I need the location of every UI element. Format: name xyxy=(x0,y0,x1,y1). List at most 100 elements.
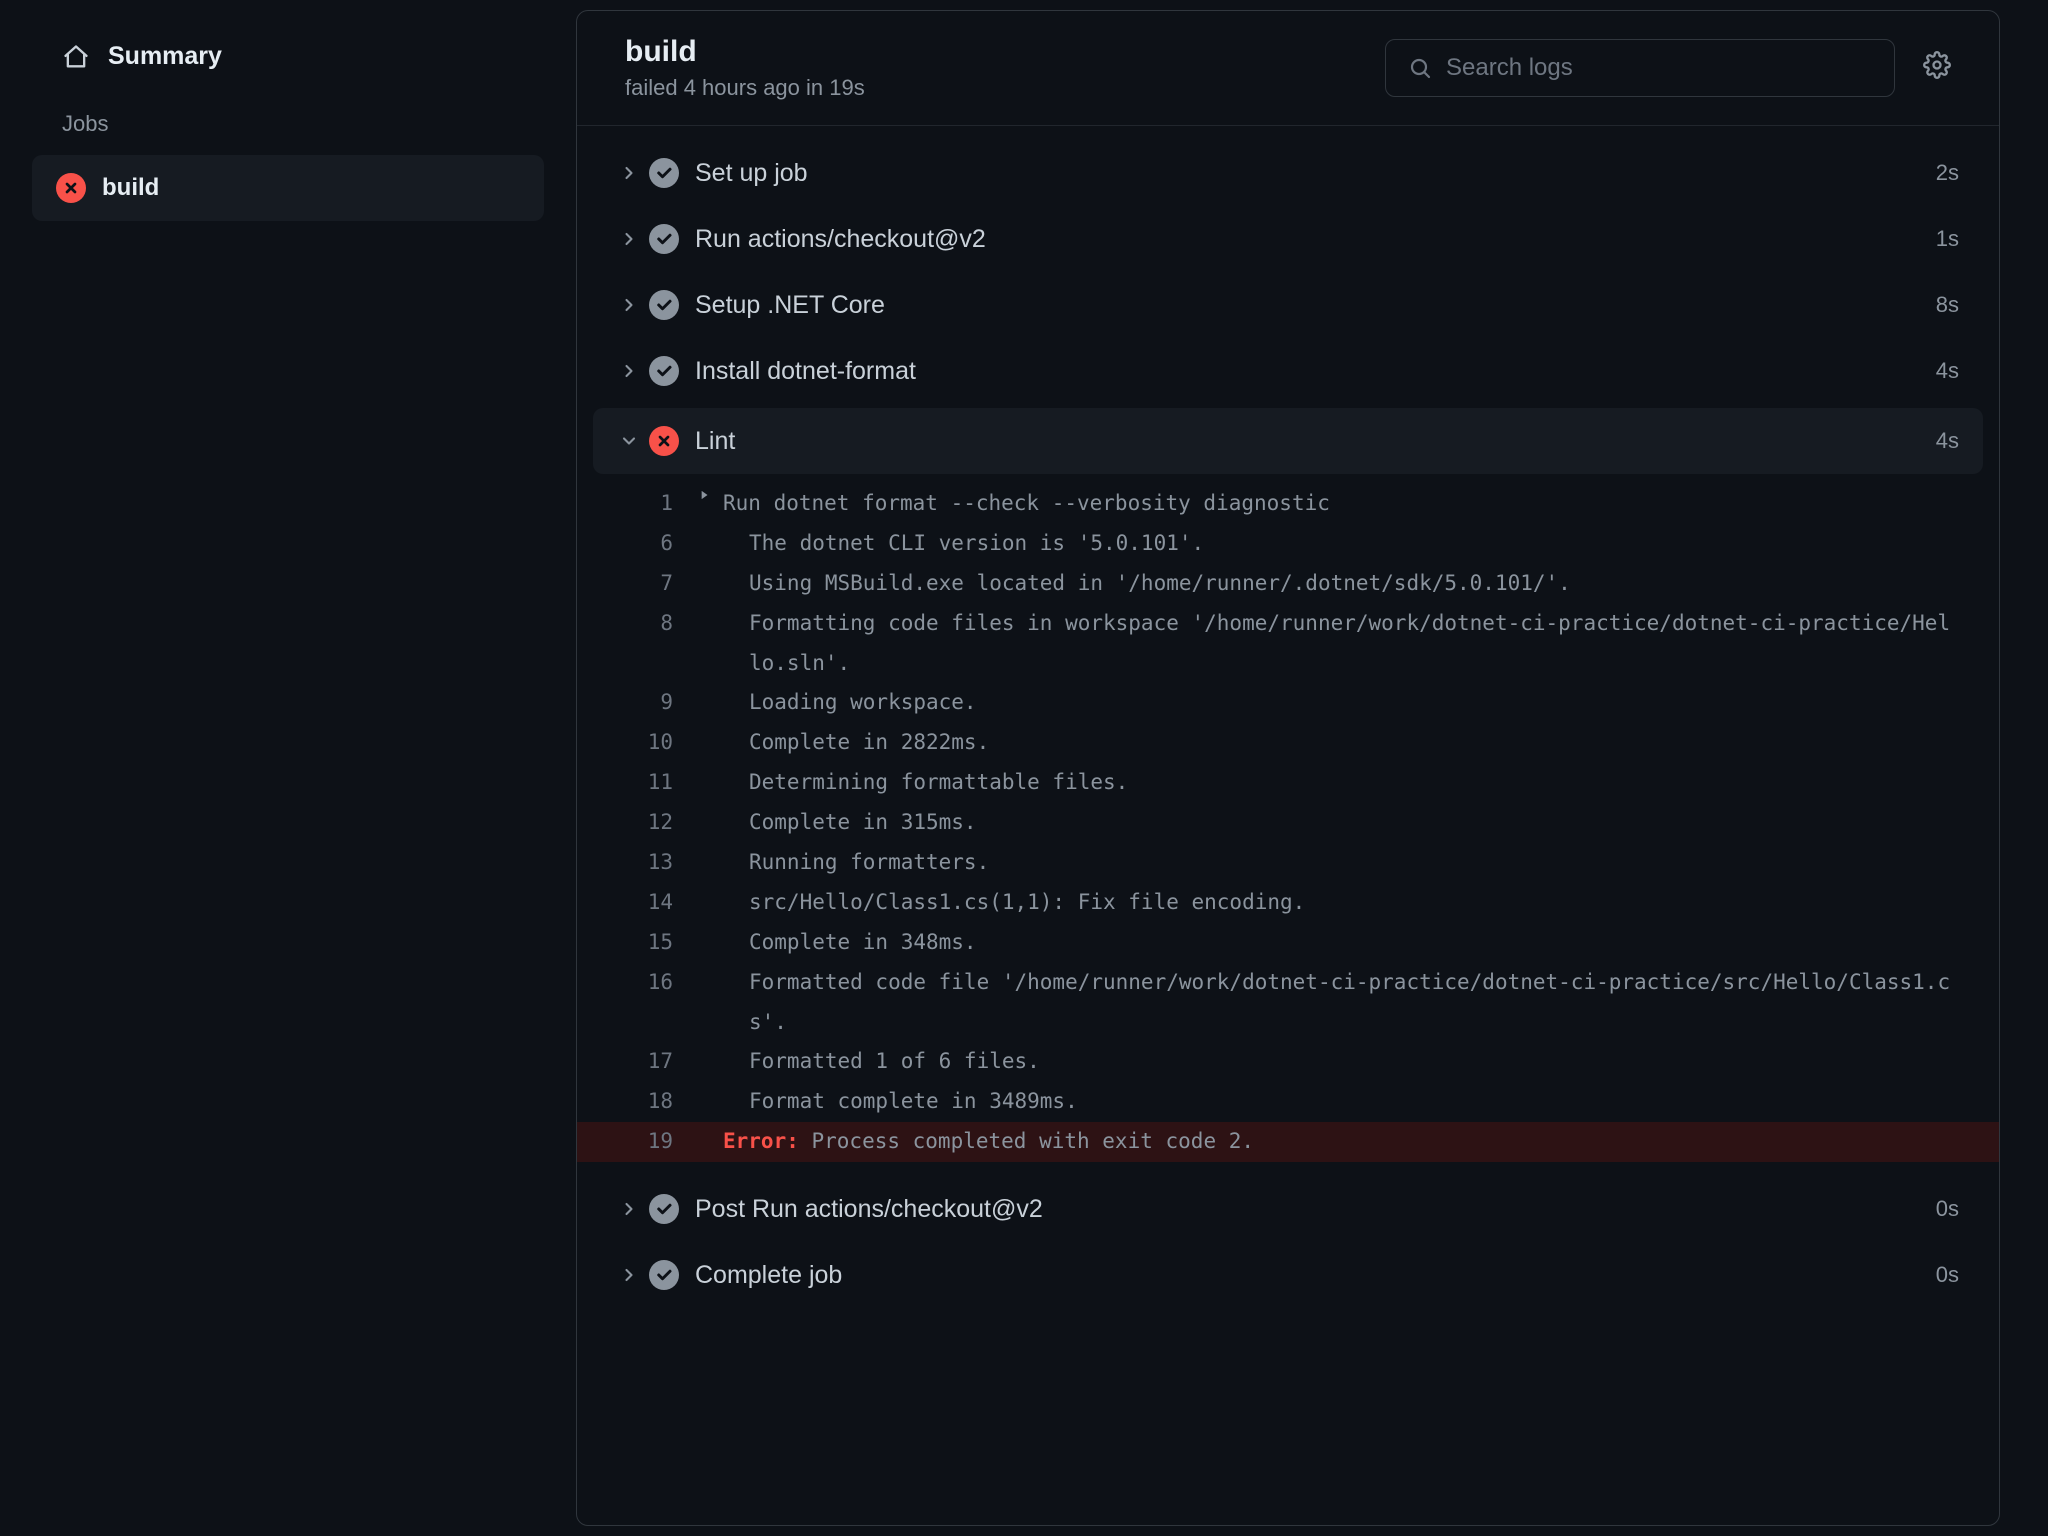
log-line-number: 16 xyxy=(577,963,697,1003)
log-text: Format complete in 3489ms. xyxy=(723,1082,1959,1122)
sidebar-item-build[interactable]: build xyxy=(32,155,544,221)
caret-placeholder xyxy=(697,723,723,727)
step-name: Run actions/checkout@v2 xyxy=(695,225,1936,254)
step-duration: 2s xyxy=(1936,160,1959,186)
step-row[interactable]: Lint4s xyxy=(593,408,1983,474)
log-line-number: 7 xyxy=(577,564,697,604)
caret-placeholder xyxy=(697,1122,723,1126)
log-line-number: 12 xyxy=(577,803,697,843)
log-line: 7 Using MSBuild.exe located in '/home/run… xyxy=(577,564,1999,604)
check-circle-icon xyxy=(649,1194,679,1224)
caret-placeholder xyxy=(697,1082,723,1086)
log-line-number: 18 xyxy=(577,1082,697,1122)
step-name: Lint xyxy=(695,427,1936,456)
log-line: 19Error: Process completed with exit cod… xyxy=(577,1122,1999,1162)
log-text: Complete in 348ms. xyxy=(723,923,1959,963)
step-duration: 0s xyxy=(1936,1262,1959,1288)
log-text: Using MSBuild.exe located in '/home/runn… xyxy=(723,564,1959,604)
caret-placeholder xyxy=(697,604,723,608)
log-line-number: 15 xyxy=(577,923,697,963)
header: build failed 4 hours ago in 19s xyxy=(577,11,1999,126)
caret-placeholder xyxy=(697,683,723,687)
log-text: The dotnet CLI version is '5.0.101'. xyxy=(723,524,1959,564)
check-circle-icon xyxy=(649,1260,679,1290)
caret-right-icon[interactable] xyxy=(697,484,723,502)
step-name: Post Run actions/checkout@v2 xyxy=(695,1195,1936,1224)
page-subtitle: failed 4 hours ago in 19s xyxy=(625,75,1385,101)
step-row[interactable]: Install dotnet-format4s xyxy=(577,338,1999,404)
log-line-number: 17 xyxy=(577,1042,697,1082)
x-circle-icon xyxy=(56,173,86,203)
log-text: Determining formattable files. xyxy=(723,763,1959,803)
log-text: src/Hello/Class1.cs(1,1): Fix file encod… xyxy=(723,883,1959,923)
search-box[interactable] xyxy=(1385,39,1895,97)
log-line: 10 Complete in 2822ms. xyxy=(577,723,1999,763)
page-title: build xyxy=(625,35,1385,69)
step-duration: 1s xyxy=(1936,226,1959,252)
caret-placeholder xyxy=(697,963,723,967)
log-line-number: 11 xyxy=(577,763,697,803)
settings-button[interactable] xyxy=(1923,51,1951,85)
log-text: Complete in 315ms. xyxy=(723,803,1959,843)
sidebar-jobs-heading: Jobs xyxy=(32,81,544,155)
step-row[interactable]: Set up job2s xyxy=(577,140,1999,206)
step-name: Set up job xyxy=(695,159,1936,188)
log-text: Formatted 1 of 6 files. xyxy=(723,1042,1959,1082)
sidebar-item-summary[interactable]: Summary xyxy=(32,32,544,81)
log-text: Running formatters. xyxy=(723,843,1959,883)
log-line-number: 19 xyxy=(577,1122,697,1162)
caret-placeholder xyxy=(697,803,723,807)
step-duration: 4s xyxy=(1936,358,1959,384)
log-text: Complete in 2822ms. xyxy=(723,723,1959,763)
log-line: 15 Complete in 348ms. xyxy=(577,923,1999,963)
x-circle-icon xyxy=(649,426,679,456)
search-icon xyxy=(1408,56,1432,80)
log-line: 1Run dotnet format --check --verbosity d… xyxy=(577,484,1999,524)
caret-placeholder xyxy=(697,524,723,528)
log-line-number: 13 xyxy=(577,843,697,883)
log-line-number: 14 xyxy=(577,883,697,923)
log-line: 11 Determining formattable files. xyxy=(577,763,1999,803)
step-row[interactable]: Setup .NET Core8s xyxy=(577,272,1999,338)
search-input[interactable] xyxy=(1446,54,1872,82)
caret-placeholder xyxy=(697,763,723,767)
chevron-right-icon xyxy=(609,295,649,315)
step-name: Setup .NET Core xyxy=(695,291,1936,320)
step-name: Install dotnet-format xyxy=(695,357,1936,386)
step-row[interactable]: Run actions/checkout@v21s xyxy=(577,206,1999,272)
check-circle-icon xyxy=(649,158,679,188)
caret-placeholder xyxy=(697,843,723,847)
log-line-number: 10 xyxy=(577,723,697,763)
step-duration: 4s xyxy=(1936,428,1959,454)
chevron-right-icon xyxy=(609,229,649,249)
log-block: 1Run dotnet format --check --verbosity d… xyxy=(577,474,1999,1176)
step-row[interactable]: Post Run actions/checkout@v20s xyxy=(577,1176,1999,1242)
chevron-right-icon xyxy=(609,1199,649,1219)
check-circle-icon xyxy=(649,356,679,386)
log-line-number: 8 xyxy=(577,604,697,644)
check-circle-icon xyxy=(649,224,679,254)
log-line: 14 src/Hello/Class1.cs(1,1): Fix file enc… xyxy=(577,883,1999,923)
step-duration: 0s xyxy=(1936,1196,1959,1222)
caret-placeholder xyxy=(697,883,723,887)
log-text: Loading workspace. xyxy=(723,683,1959,723)
log-line: 18 Format complete in 3489ms. xyxy=(577,1082,1999,1122)
step-row[interactable]: Complete job0s xyxy=(577,1242,1999,1308)
steps-list: Set up job2sRun actions/checkout@v21sSet… xyxy=(577,126,1999,1525)
log-text: Formatted code file '/home/runner/work/d… xyxy=(723,963,1959,1043)
log-line: 17 Formatted 1 of 6 files. xyxy=(577,1042,1999,1082)
log-line: 8 Formatting code files in workspace '/ho… xyxy=(577,604,1999,684)
caret-placeholder xyxy=(697,923,723,927)
chevron-right-icon xyxy=(609,361,649,381)
main-panel: build failed 4 hours ago in 19s Set up j… xyxy=(576,10,2000,1526)
sidebar-job-label: build xyxy=(102,174,159,202)
sidebar-summary-label: Summary xyxy=(108,42,222,71)
chevron-down-icon xyxy=(609,431,649,451)
log-error-label: Error: xyxy=(723,1129,799,1153)
home-icon xyxy=(62,43,90,71)
log-text: Formatting code files in workspace '/hom… xyxy=(723,604,1959,684)
sidebar: Summary Jobs build xyxy=(0,0,576,1536)
log-line-number: 6 xyxy=(577,524,697,564)
log-line-number: 1 xyxy=(577,484,697,524)
caret-placeholder xyxy=(697,1042,723,1046)
